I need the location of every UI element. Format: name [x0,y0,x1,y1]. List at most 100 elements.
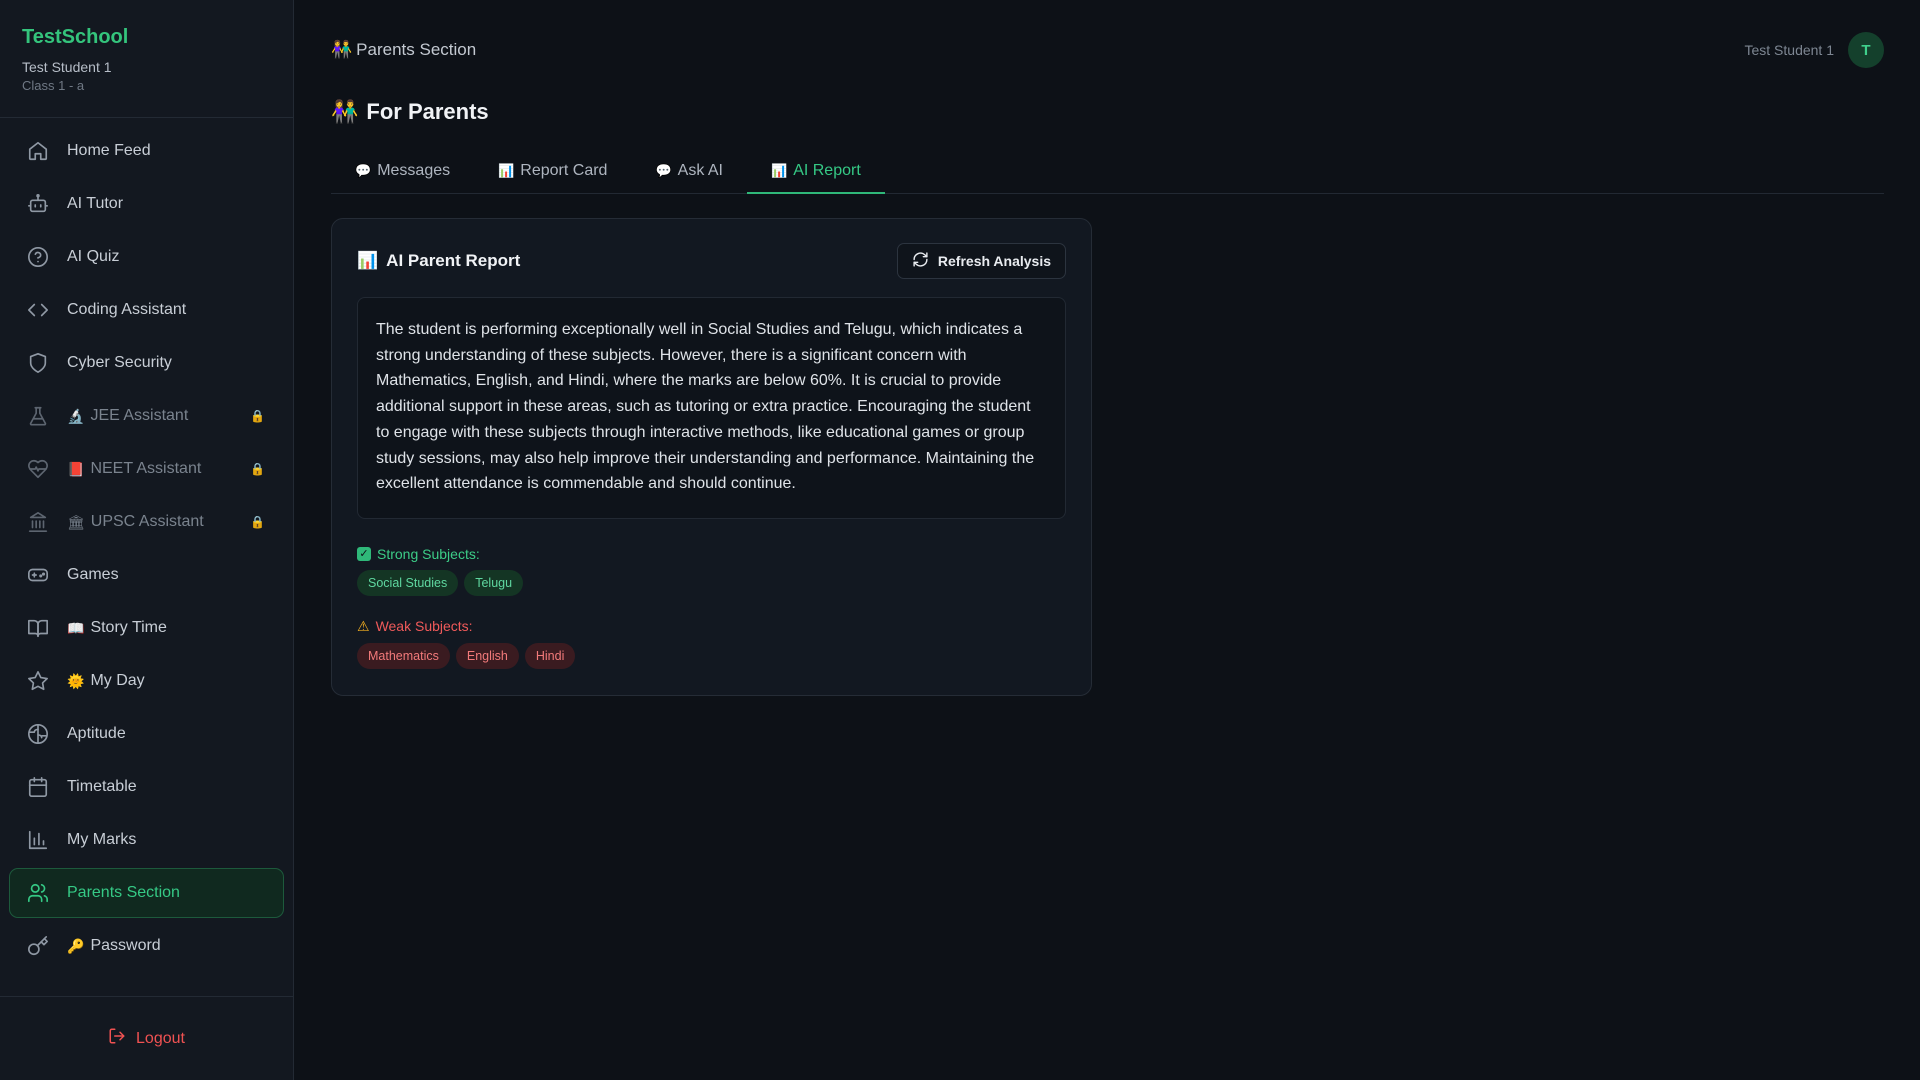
help-circle-icon [27,246,49,268]
breadcrumb: 👫 Parents Section [331,40,476,60]
user-menu[interactable]: Test Student 1 T [1744,32,1884,68]
sidebar-item-cyber-security[interactable]: Cyber Security [9,338,284,388]
sidebar: TestSchool Test Student 1 Class 1 - a Ho… [0,0,294,1080]
weak-subjects-list: Mathematics English Hindi [357,642,1066,669]
page-title-icon: 👫 [331,99,359,124]
topbar: 👫 Parents Section Test Student 1 T [331,0,1884,100]
subject-chip: Telugu [464,569,524,596]
sidebar-item-label: My Marks [67,831,137,848]
star-icon [27,670,49,692]
brand-name: TestSchool [22,26,129,48]
logout-icon [108,1027,126,1050]
card-header: 📊 AI Parent Report Refresh Analysis [357,243,1066,279]
sidebar-item-parents-section[interactable]: Parents Section [9,868,284,918]
sidebar-item-label: Home Feed [67,142,151,159]
heart-pulse-icon [27,458,49,480]
sidebar-item-label: My Day [90,672,145,689]
sidebar-item-label: AI Tutor [67,195,124,212]
sidebar-item-label: Games [67,566,119,583]
sidebar-item-password[interactable]: 🔑 Password [9,921,284,971]
sidebar-item-story-time[interactable]: 📖 Story Time [9,603,284,653]
tab-report-card[interactable]: 📊 Report Card [474,150,631,194]
sidebar-item-neet-assistant[interactable]: 📕 NEET Assistant 🔒 [9,444,284,494]
sidebar-item-timetable[interactable]: Timetable [9,762,284,812]
weak-subjects-label: ⚠ Weak Subjects: [357,618,1066,635]
brand-class: Class 1 - a [22,78,85,93]
lock-icon: 🔒 [250,462,265,476]
user-name: Test Student 1 [1744,42,1834,58]
sidebar-item-emoji: 🔑 [67,937,85,954]
key-icon [27,935,49,957]
sidebar-item-coding-assistant[interactable]: Coding Assistant [9,285,284,335]
sidebar-item-label: Password [90,937,161,954]
sidebar-item-my-marks[interactable]: My Marks [9,815,284,865]
code-icon [27,299,49,321]
refresh-analysis-button[interactable]: Refresh Analysis [896,243,1066,279]
card-title-text: AI Parent Report [386,251,521,270]
sidebar-item-label: JEE Assistant [90,407,189,424]
tab-label: AI Report [793,162,861,179]
lock-icon: 🔒 [250,515,265,529]
users-icon [27,882,49,904]
home-icon [27,140,49,162]
sidebar-item-label: AI Quiz [67,248,120,265]
subject-chip: Social Studies [357,569,459,596]
sidebar-item-label: Parents Section [67,884,180,901]
calendar-icon [27,776,49,798]
sidebar-item-emoji: 🌞 [67,672,85,689]
landmark-icon [27,511,49,533]
report-text: The student is performing exceptionally … [357,297,1066,519]
sidebar-item-aptitude[interactable]: Aptitude [9,709,284,759]
gamepad-icon [27,564,49,586]
tab-messages[interactable]: 💬 Messages [331,150,474,194]
bot-icon [27,193,49,215]
subject-chip: English [455,642,519,669]
sidebar-item-label: Story Time [90,619,167,636]
bar-chart-icon [27,829,49,851]
sidebar-item-my-day[interactable]: 🌞 My Day [9,656,284,706]
sidebar-item-home-feed[interactable]: Home Feed [9,126,284,176]
card-title: 📊 AI Parent Report [357,251,520,271]
tab-ask-ai[interactable]: 💬 Ask AI [631,150,747,194]
logout-button[interactable]: Logout [108,1027,185,1050]
book-icon [27,617,49,639]
sidebar-item-label: Timetable [67,778,137,795]
sidebar-item-ai-quiz[interactable]: AI Quiz [9,232,284,282]
sidebar-item-label: UPSC Assistant [90,513,204,530]
tab-icon: 💬 [655,163,672,178]
tab-icon: 💬 [355,163,372,178]
tab-bar: 💬 Messages 📊 Report Card 💬 Ask AI 📊 AI Report [331,150,1884,194]
strong-label-text: Strong Subjects: [377,545,480,562]
warning-icon: ⚠ [357,617,370,634]
tab-label: Report Card [520,162,608,179]
ai-report-card: 📊 AI Parent Report Refresh Analysis The … [331,218,1092,696]
lock-icon: 🔒 [250,409,265,423]
logout-label: Logout [136,1029,185,1047]
sidebar-item-ai-tutor[interactable]: AI Tutor [9,179,284,229]
page-title: 👫 For Parents [331,99,1884,124]
avatar[interactable]: T [1848,32,1884,68]
subject-chip: Mathematics [357,642,450,669]
sidebar-nav: Home Feed AI Tutor AI Quiz Coding Assistant… [0,118,293,996]
tab-icon: 📊 [498,163,515,178]
tab-label: Messages [377,162,451,179]
sidebar-item-emoji: 🔬 [67,407,85,424]
brand-student-name: Test Student 1 [22,59,112,75]
sidebar-item-label: Aptitude [67,725,126,742]
sidebar-item-label: NEET Assistant [90,460,202,477]
sidebar-item-emoji: 📖 [67,619,85,636]
tab-label: Ask AI [677,162,723,179]
sidebar-item-games[interactable]: Games [9,550,284,600]
refresh-icon [912,251,929,271]
sidebar-item-label: Coding Assistant [67,301,187,318]
tab-icon: 📊 [771,163,788,178]
weak-label-text: Weak Subjects: [375,618,473,635]
strong-subjects-label: ✓ Strong Subjects: [357,546,1066,562]
tab-ai-report[interactable]: 📊 AI Report [747,150,885,194]
sidebar-item-jee-assistant[interactable]: 🔬 JEE Assistant 🔒 [9,391,284,441]
check-icon: ✓ [357,546,371,561]
sidebar-item-upsc-assistant[interactable]: 🏛 UPSC Assistant 🔒 [9,497,284,547]
brain-icon [27,723,49,745]
sidebar-item-label: Cyber Security [67,354,172,371]
flask-icon [27,405,49,427]
